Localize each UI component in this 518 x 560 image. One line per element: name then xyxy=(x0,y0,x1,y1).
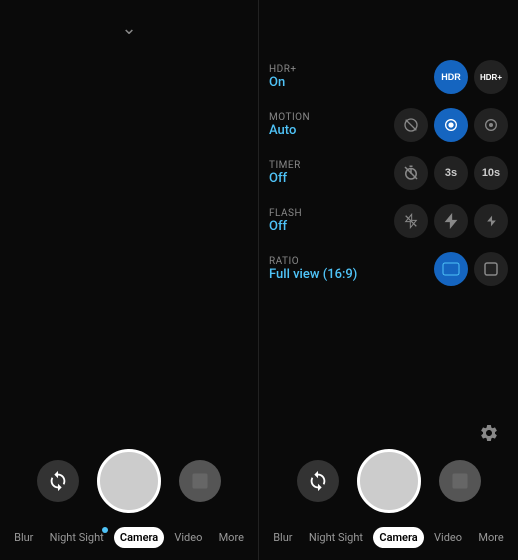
mode-camera-right[interactable]: Camera xyxy=(373,527,423,548)
ratio-full-button[interactable] xyxy=(434,252,468,286)
hdr-plus-button[interactable]: HDR+ xyxy=(474,60,508,94)
right-mode-bar: Blur Night Sight Camera Video More xyxy=(259,519,518,560)
timer-value: Off xyxy=(269,171,301,186)
timer-setting-row: TIMER Off 3s 10s xyxy=(269,156,508,190)
timer-off-button[interactable] xyxy=(394,156,428,190)
chevron-down-icon[interactable]: ⌄ xyxy=(121,18,136,39)
timer-options: 3s 10s xyxy=(394,156,508,190)
shutter-button-right[interactable] xyxy=(357,449,421,513)
flash-off-button[interactable] xyxy=(394,204,428,238)
motion-setting-row: MOTION Auto xyxy=(269,108,508,142)
left-camera-buttons xyxy=(0,441,258,519)
mode-night-sight-right[interactable]: Night Sight xyxy=(303,527,369,548)
left-mode-bar: Blur Night Sight Camera Video More xyxy=(0,519,258,560)
motion-label: MOTION xyxy=(269,112,310,123)
flash-auto-button[interactable] xyxy=(434,204,468,238)
ratio-square-button[interactable] xyxy=(474,252,508,286)
mode-camera-left[interactable]: Camera xyxy=(114,527,164,548)
flash-setting-row: FLASH Off xyxy=(269,204,508,238)
motion-value: Auto xyxy=(269,123,310,138)
gallery-button-right[interactable] xyxy=(439,460,481,502)
left-bottom-controls: Blur Night Sight Camera Video More xyxy=(0,441,258,560)
mode-more-left[interactable]: More xyxy=(213,527,250,548)
mode-night-sight-left[interactable]: Night Sight xyxy=(44,527,110,548)
timer-3s-button[interactable]: 3s xyxy=(434,156,468,190)
hdr-auto-button[interactable]: HDR xyxy=(434,60,468,94)
motion-auto-button[interactable] xyxy=(434,108,468,142)
motion-off-button[interactable] xyxy=(394,108,428,142)
right-panel: HDR+ On HDR HDR+ MOTION Auto xyxy=(259,0,518,560)
ratio-value: Full view (16:9) xyxy=(269,267,357,282)
ratio-options xyxy=(434,252,508,286)
mode-more-right[interactable]: More xyxy=(472,527,509,548)
gallery-button[interactable] xyxy=(179,460,221,502)
mode-video-left[interactable]: Video xyxy=(168,527,208,548)
flash-label: FLASH xyxy=(269,208,302,219)
timer-10s-button[interactable]: 10s xyxy=(474,156,508,190)
mode-video-right[interactable]: Video xyxy=(428,527,468,548)
flip-camera-button-right[interactable] xyxy=(297,460,339,502)
timer-label: TIMER xyxy=(269,160,301,171)
flash-on-button[interactable] xyxy=(474,204,508,238)
left-panel: ⌄ Blur Night Sight Camera Video Mo xyxy=(0,0,259,560)
ratio-setting-row: RATIO Full view (16:9) xyxy=(269,252,508,286)
hdr-label: HDR+ xyxy=(269,64,297,75)
right-camera-buttons xyxy=(259,441,518,519)
hdr-setting-row: HDR+ On HDR HDR+ xyxy=(269,60,508,94)
settings-gear-button[interactable] xyxy=(472,416,506,450)
shutter-button[interactable] xyxy=(97,449,161,513)
night-sight-dot-left xyxy=(102,527,108,533)
flip-camera-button[interactable] xyxy=(37,460,79,502)
hdr-options: HDR HDR+ xyxy=(434,60,508,94)
right-bottom-controls: Blur Night Sight Camera Video More xyxy=(259,441,518,560)
mode-blur-left[interactable]: Blur xyxy=(8,527,39,548)
settings-panel: HDR+ On HDR HDR+ MOTION Auto xyxy=(269,60,508,300)
flash-options xyxy=(394,204,508,238)
motion-options xyxy=(394,108,508,142)
hdr-value: On xyxy=(269,75,297,90)
motion-on-button[interactable] xyxy=(474,108,508,142)
flash-value: Off xyxy=(269,219,302,234)
ratio-label: RATIO xyxy=(269,256,357,267)
mode-blur-right[interactable]: Blur xyxy=(267,527,298,548)
